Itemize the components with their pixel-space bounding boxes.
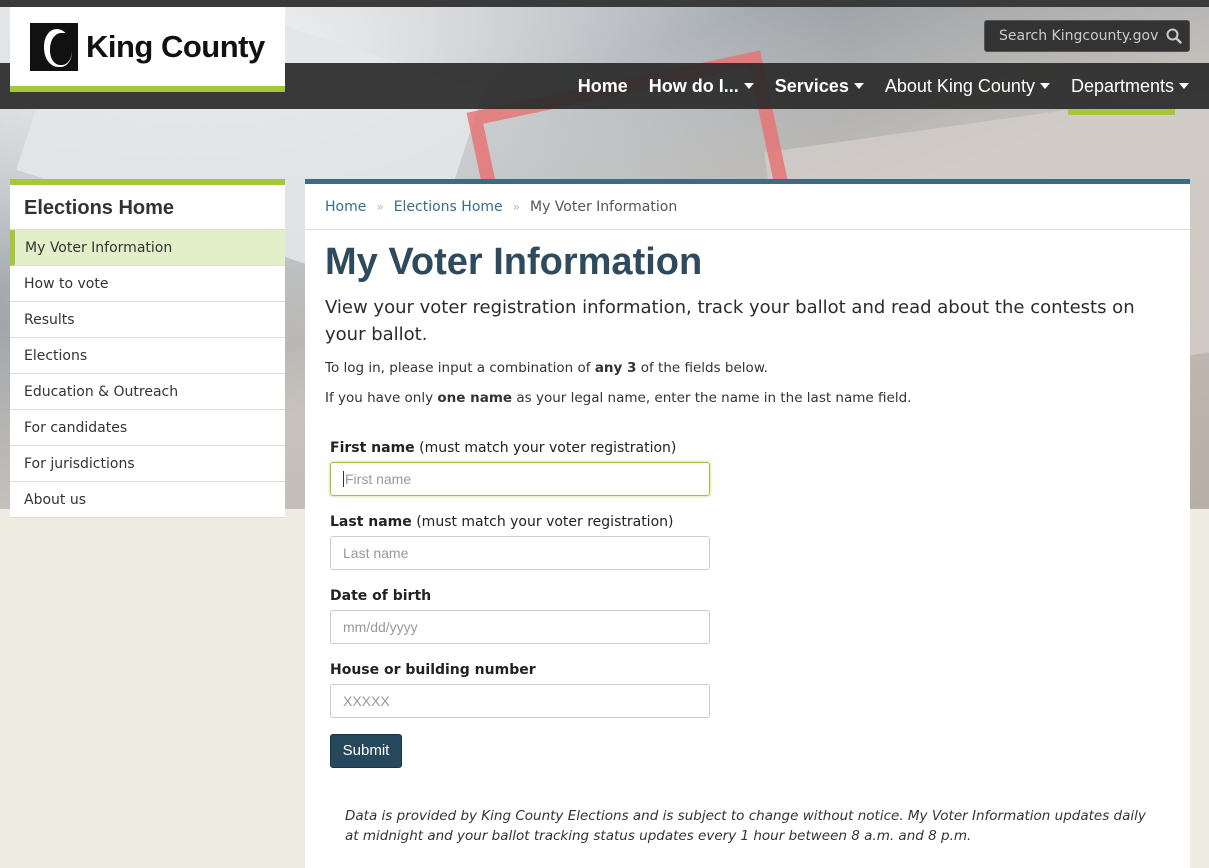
data-disclaimer: Data is provided by King County Election… <box>345 807 1146 844</box>
search-icon[interactable] <box>1159 28 1189 44</box>
sidebar-item-results[interactable]: Results <box>10 302 285 338</box>
search-placeholder: Search Kingcounty.gov <box>999 28 1159 44</box>
sidebar-item-for-candidates[interactable]: For candidates <box>10 410 285 446</box>
single-name-instructions: If you have only one name as your legal … <box>325 389 912 406</box>
king-county-logo[interactable]: King County <box>10 7 285 92</box>
date-of-birth-field[interactable]: mm/dd/yyyy <box>330 609 710 644</box>
submit-button[interactable]: Submit <box>330 733 402 768</box>
main-nav: Home How do I... Services About King Cou… <box>557 63 1189 109</box>
login-instructions: To log in, please input a combination of… <box>325 359 768 376</box>
nav-services[interactable]: Services <box>775 76 864 97</box>
lead-text: View your voter registration information… <box>325 296 1135 345</box>
nav-departments[interactable]: Departments <box>1071 76 1189 97</box>
search-input[interactable]: Search Kingcounty.gov <box>984 20 1190 52</box>
caret-down-icon <box>853 83 864 89</box>
main-content: Home » Elections Home » My Voter Informa… <box>305 179 1190 868</box>
sidebar-item-my-voter-information[interactable]: My Voter Information <box>10 230 285 266</box>
breadcrumb-separator-icon: » <box>376 199 384 214</box>
caret-down-icon <box>1039 83 1050 89</box>
last-name-label: Last name (must match your voter registr… <box>330 513 674 530</box>
sidebar-item-how-to-vote[interactable]: How to vote <box>10 266 285 302</box>
sidebar: Elections Home My Voter Information How … <box>10 179 285 518</box>
page-title: My Voter Information <box>325 241 703 283</box>
king-county-logo-icon <box>30 22 78 71</box>
sidebar-title[interactable]: Elections Home <box>10 185 285 230</box>
breadcrumb-separator-icon: » <box>512 199 520 214</box>
sidebar-item-about-us[interactable]: About us <box>10 482 285 518</box>
breadcrumb-home[interactable]: Home <box>325 199 366 215</box>
nav-how-do-i[interactable]: How do I... <box>649 76 754 97</box>
date-of-birth-label: Date of birth <box>330 587 432 604</box>
last-name-field[interactable]: Last name <box>330 535 710 570</box>
top-strip <box>0 0 1209 7</box>
breadcrumb: Home » Elections Home » My Voter Informa… <box>305 184 1190 230</box>
nav-home[interactable]: Home <box>578 76 628 97</box>
first-name-label: First name (must match your voter regist… <box>330 439 677 456</box>
caret-down-icon <box>1179 83 1189 89</box>
breadcrumb-elections-home[interactable]: Elections Home <box>394 199 503 215</box>
house-number-field[interactable]: XXXXX <box>330 683 710 718</box>
first-name-field[interactable]: First name <box>330 461 710 496</box>
house-number-label: House or building number <box>330 661 536 678</box>
caret-down-icon <box>743 83 754 89</box>
sidebar-item-education-outreach[interactable]: Education & Outreach <box>10 374 285 410</box>
logo-text: King County <box>86 28 265 64</box>
breadcrumb-current: My Voter Information <box>529 198 678 215</box>
nav-about-king-county[interactable]: About King County <box>885 76 1050 97</box>
sidebar-item-elections[interactable]: Elections <box>10 338 285 374</box>
sidebar-item-for-jurisdictions[interactable]: For jurisdictions <box>10 446 285 482</box>
voter-lookup-form: First name (must match your voter regist… <box>330 440 1190 768</box>
nav-active-indicator <box>1068 109 1175 115</box>
